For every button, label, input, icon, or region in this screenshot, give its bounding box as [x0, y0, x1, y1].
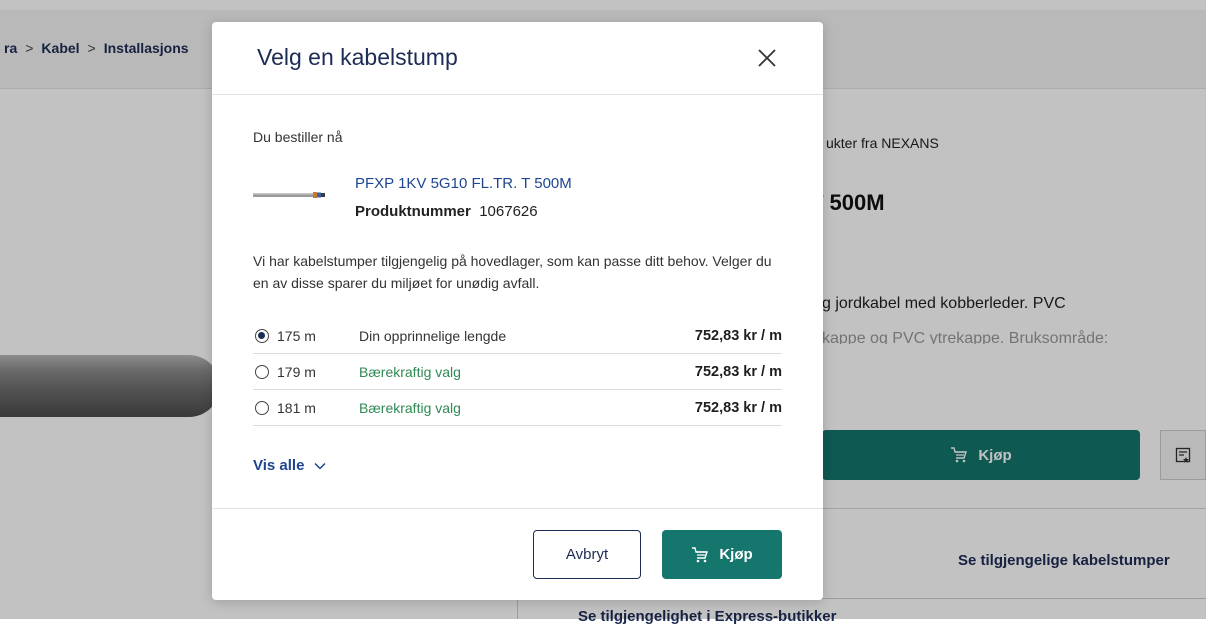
divider	[212, 508, 823, 509]
product-name-link[interactable]: PFXP 1KV 5G10 FL.TR. T 500M	[355, 175, 572, 192]
chevron-down-icon	[314, 462, 326, 470]
radio-icon[interactable]	[255, 328, 269, 343]
radio-icon[interactable]	[255, 400, 269, 415]
length-option[interactable]: 181 m Bærekraftig valg 752,83 kr / m	[253, 390, 782, 426]
ordering-label: Du bestiller nå	[253, 129, 343, 145]
option-label: Bærekraftig valg	[359, 399, 461, 416]
show-all-label: Vis alle	[253, 457, 305, 474]
option-length: 181 m	[277, 399, 316, 416]
option-price: 752,83 kr / m	[694, 399, 782, 416]
cable-stump-modal: Velg en kabelstump Du bestiller nå PFXP …	[212, 22, 823, 600]
close-icon	[758, 49, 776, 67]
length-options: 175 m Din opprinnelige lengde 752,83 kr …	[253, 318, 782, 426]
length-option[interactable]: 179 m Bærekraftig valg 752,83 kr / m	[253, 354, 782, 390]
cancel-button[interactable]: Avbryt	[533, 530, 641, 579]
show-all-link[interactable]: Vis alle	[253, 457, 326, 474]
close-button[interactable]	[752, 43, 782, 73]
option-length: 179 m	[277, 363, 316, 380]
buy-button[interactable]: Kjøp	[662, 530, 782, 579]
product-number-value: 1067626	[479, 203, 538, 220]
option-price: 752,83 kr / m	[694, 327, 782, 344]
modal-header: Velg en kabelstump	[212, 22, 823, 95]
option-price: 752,83 kr / m	[694, 363, 782, 380]
radio-icon[interactable]	[255, 364, 269, 379]
length-option[interactable]: 175 m Din opprinnelige lengde 752,83 kr …	[253, 318, 782, 354]
option-label: Bærekraftig valg	[359, 363, 461, 380]
option-label: Din opprinnelige lengde	[359, 327, 507, 344]
buy-label: Kjøp	[719, 546, 753, 563]
cable-thumbnail	[253, 192, 325, 198]
product-number: Produktnummer 1067626	[355, 203, 538, 220]
info-text: Vi har kabelstumper tilgjengelig på hove…	[253, 253, 772, 291]
product-number-label: Produktnummer	[355, 203, 471, 220]
cart-icon	[692, 546, 709, 562]
option-length: 175 m	[277, 327, 316, 344]
modal-title: Velg en kabelstump	[257, 44, 458, 70]
